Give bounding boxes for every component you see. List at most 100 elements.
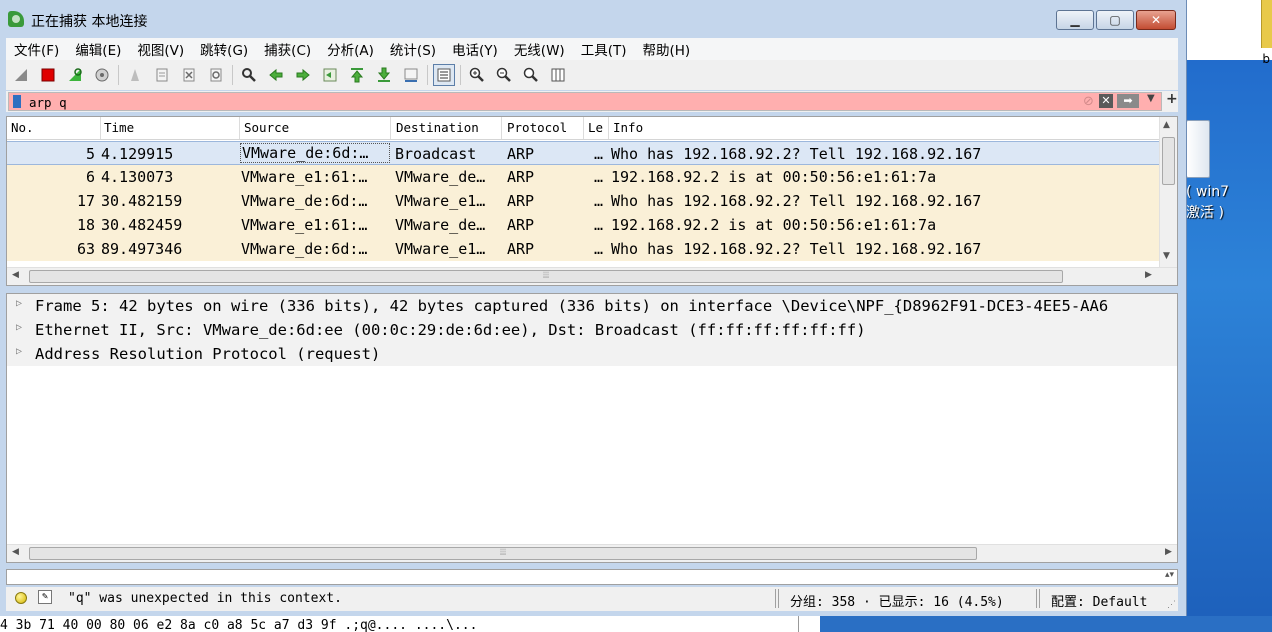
packet-row[interactable]: 6 4.130073 VMware_e1:61:… VMware_de… ARP…: [7, 165, 1159, 189]
menu-help[interactable]: 帮助(H): [634, 39, 698, 59]
resize-columns-icon[interactable]: [547, 64, 569, 86]
tree-item-arp[interactable]: ▷ Address Resolution Protocol (request): [7, 342, 1177, 366]
tree-item-label: Frame 5: 42 bytes on wire (336 bits), 42…: [35, 297, 1109, 315]
document-icon[interactable]: [1186, 120, 1210, 178]
menu-view[interactable]: 视图(V): [129, 39, 192, 59]
capture-options-icon[interactable]: [91, 64, 113, 86]
title-bar[interactable]: 正在捕获 本地连接 ▁ ▢ ✕: [0, 0, 1186, 38]
zoom-out-icon[interactable]: [493, 64, 515, 86]
packet-time: 4.130073: [101, 168, 174, 186]
scroll-right-icon[interactable]: ▶: [1165, 547, 1172, 557]
packet-bytes[interactable]: ▴▾: [6, 569, 1178, 585]
scroll-right-icon[interactable]: ▶: [1145, 270, 1152, 280]
column-divider[interactable]: [390, 117, 391, 139]
folder-icon[interactable]: [1261, 0, 1272, 48]
scroll-down-icon[interactable]: ▴▾: [1165, 570, 1174, 580]
tree-item-frame[interactable]: ▷ Frame 5: 42 bytes on wire (336 bits), …: [7, 294, 1177, 318]
apply-filter-icon[interactable]: ➡: [1117, 94, 1139, 108]
first-packet-icon[interactable]: [346, 64, 368, 86]
column-time[interactable]: Time: [104, 120, 134, 135]
close-file-icon[interactable]: [178, 64, 200, 86]
maximize-button[interactable]: ▢: [1096, 10, 1134, 30]
expand-arrow-icon[interactable]: ▷: [16, 322, 22, 333]
scrollbar-thumb[interactable]: [1162, 137, 1175, 185]
menu-go[interactable]: 跳转(G): [192, 39, 256, 59]
status-message: "q" was unexpected in this context.: [68, 591, 342, 606]
go-forward-icon[interactable]: [292, 64, 314, 86]
packet-length: …: [594, 145, 604, 163]
menu-analyze[interactable]: 分析(A): [319, 39, 382, 59]
menu-statistics[interactable]: 统计(S): [382, 39, 444, 59]
packet-source: VMware_de:6d:…: [240, 143, 390, 163]
shark-fin-start-icon[interactable]: [10, 64, 32, 86]
chevron-down-icon[interactable]: ▼: [1147, 93, 1155, 104]
column-destination[interactable]: Destination: [396, 120, 479, 135]
desktop-icon-label[interactable]: ( win7 激活 ): [1186, 182, 1229, 224]
scroll-up-icon[interactable]: ▲: [1163, 120, 1170, 130]
menu-telephony[interactable]: 电话(Y): [444, 39, 506, 59]
find-packet-icon[interactable]: [238, 64, 260, 86]
scroll-left-icon[interactable]: ◀: [12, 547, 19, 557]
status-bar: ✎ "q" was unexpected in this context. 分组…: [6, 587, 1178, 611]
expand-arrow-icon[interactable]: ▷: [16, 346, 22, 357]
column-length[interactable]: Le: [588, 120, 606, 135]
column-divider[interactable]: [100, 117, 101, 139]
packet-protocol: ARP: [507, 192, 535, 210]
minimize-button[interactable]: ▁: [1056, 10, 1094, 30]
menu-tools[interactable]: 工具(T): [573, 39, 635, 59]
colorize-icon[interactable]: [433, 64, 455, 86]
clear-filter-icon[interactable]: ✕: [1099, 94, 1113, 108]
column-no[interactable]: No.: [11, 120, 34, 135]
display-filter-input[interactable]: [29, 94, 1069, 110]
scrollbar-thumb[interactable]: ⦙⦙⦙: [29, 270, 1063, 283]
resize-grip-icon[interactable]: ⋰: [1167, 600, 1176, 610]
menu-capture[interactable]: 捕获(C): [256, 39, 319, 59]
profile-status[interactable]: 配置: Default: [1051, 591, 1147, 610]
packet-row[interactable]: 5 4.129915 VMware_de:6d:… Broadcast ARP …: [7, 141, 1159, 165]
save-file-icon[interactable]: [151, 64, 173, 86]
display-filter-field[interactable]: ⊘ ✕ ➡ ▼: [8, 92, 1162, 111]
reload-icon[interactable]: [205, 64, 227, 86]
scrollbar-thumb[interactable]: ⦙⦙⦙: [29, 547, 977, 560]
scroll-down-icon[interactable]: ▼: [1163, 251, 1170, 261]
packet-list-header: No. Time Source Destination Protocol Le …: [7, 117, 1159, 140]
menu-edit[interactable]: 编辑(E): [67, 39, 129, 59]
scroll-left-icon[interactable]: ◀: [12, 270, 19, 280]
column-protocol[interactable]: Protocol: [507, 120, 567, 135]
details-horizontal-scrollbar[interactable]: ◀ ⦙⦙⦙ ▶: [7, 544, 1177, 562]
column-divider[interactable]: [501, 117, 502, 139]
column-divider[interactable]: [583, 117, 584, 139]
add-filter-button-icon[interactable]: +: [1166, 91, 1178, 107]
column-info[interactable]: Info: [613, 120, 643, 135]
normal-size-icon[interactable]: [520, 64, 542, 86]
desktop-corner-letter: b: [1262, 52, 1270, 66]
packet-row[interactable]: 63 89.497346 VMware_de:6d:… VMware_e1… A…: [7, 237, 1159, 261]
restart-capture-icon[interactable]: [64, 64, 86, 86]
go-to-packet-icon[interactable]: [319, 64, 341, 86]
expand-arrow-icon[interactable]: ▷: [16, 298, 22, 309]
menu-wireless[interactable]: 无线(W): [506, 39, 573, 59]
menu-file[interactable]: 文件(F): [6, 39, 67, 59]
auto-scroll-icon[interactable]: [400, 64, 422, 86]
bookmark-icon[interactable]: [13, 95, 21, 108]
column-divider[interactable]: [608, 117, 609, 139]
expert-info-icon[interactable]: [15, 592, 27, 604]
last-packet-icon[interactable]: [373, 64, 395, 86]
packet-row[interactable]: 17 30.482159 VMware_de:6d:… VMware_e1… A…: [7, 189, 1159, 213]
close-window-button[interactable]: ✕: [1136, 10, 1176, 30]
background-window-corner: b: [1178, 0, 1272, 66]
go-back-icon[interactable]: [265, 64, 287, 86]
capture-comment-icon[interactable]: ✎: [38, 590, 52, 604]
packet-list-horizontal-scrollbar[interactable]: ◀ ⦙⦙⦙ ▶: [7, 267, 1177, 285]
background-hex-window: 4 3b 71 40 00 80 06 e2 8a c0 a8 5c a7 d3…: [0, 616, 1272, 632]
zoom-in-icon[interactable]: [466, 64, 488, 86]
invalid-filter-icon: ⊘: [1083, 94, 1094, 109]
packet-list-vertical-scrollbar[interactable]: ▲ ▼: [1159, 117, 1177, 267]
column-source[interactable]: Source: [244, 120, 289, 135]
stop-capture-icon[interactable]: [37, 64, 59, 86]
tree-item-ethernet[interactable]: ▷ Ethernet II, Src: VMware_de:6d:ee (00:…: [7, 318, 1177, 342]
packet-row[interactable]: 18 30.482459 VMware_e1:61:… VMware_de… A…: [7, 213, 1159, 237]
packet-info: Who has 192.168.92.2? Tell 192.168.92.16…: [611, 192, 982, 210]
open-file-icon[interactable]: [124, 64, 146, 86]
column-divider[interactable]: [239, 117, 240, 139]
